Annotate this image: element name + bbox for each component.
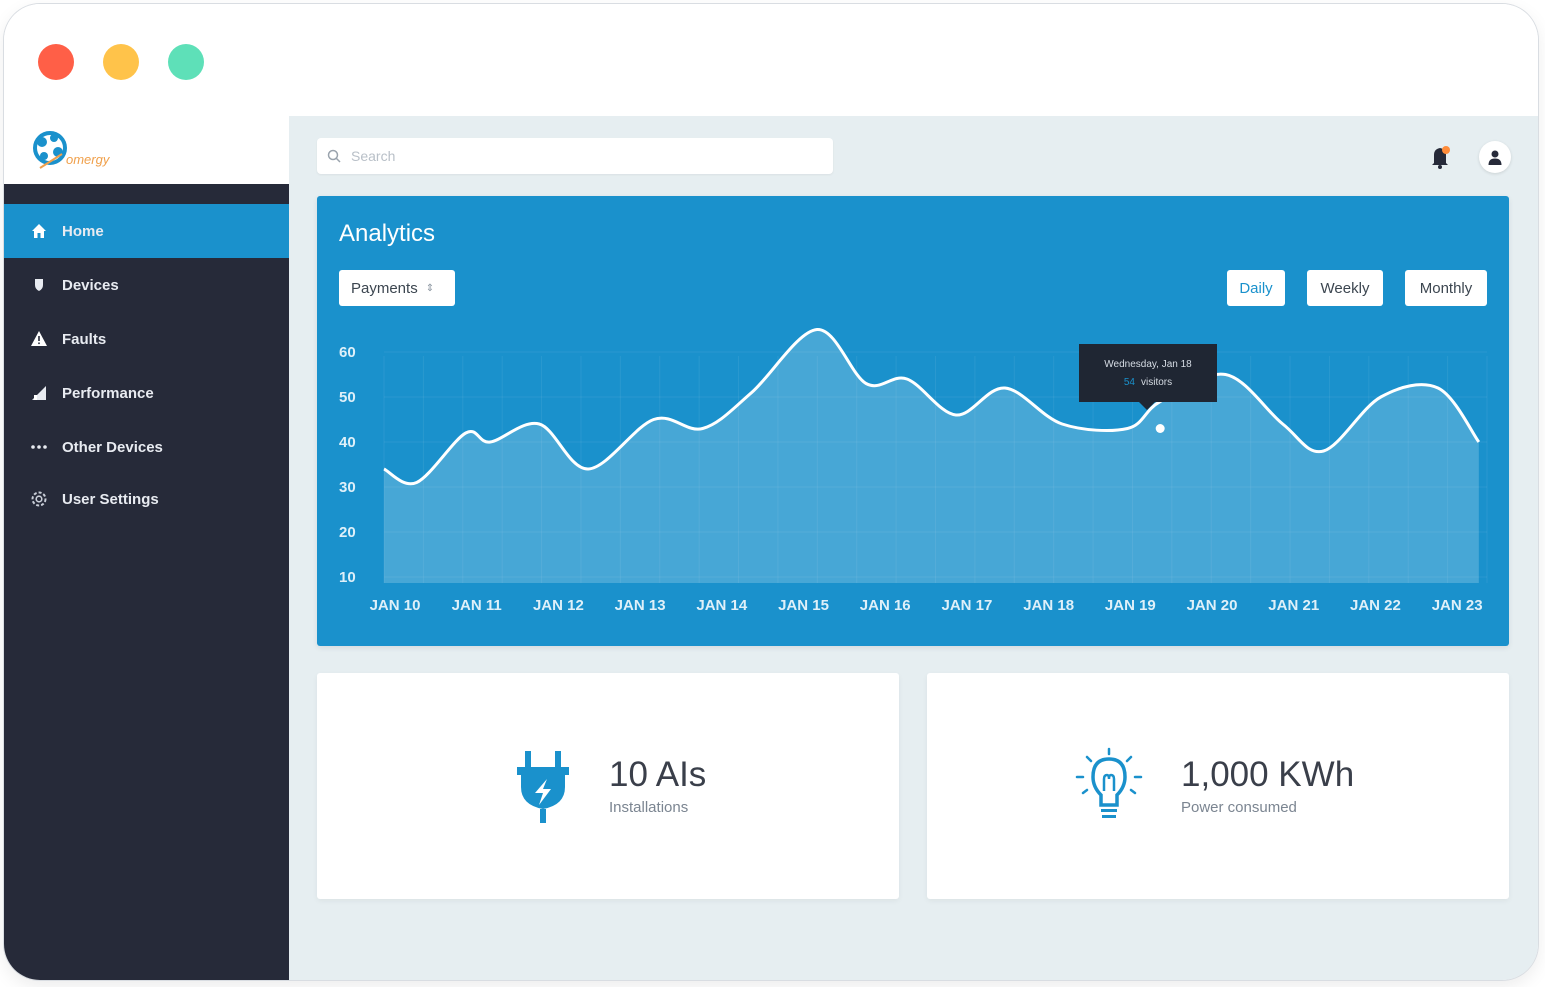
app-window: omergy Home Devices Faults Performance O… — [4, 4, 1538, 980]
sidebar: omergy Home Devices Faults Performance O… — [4, 116, 289, 980]
x-tick-label: JAN 14 — [696, 597, 748, 614]
dots-icon — [30, 438, 48, 456]
stat-card-power: 1,000 KWh Power consumed — [927, 673, 1509, 899]
analytics-chart: 605040302010 JAN 10 JAN 11 JAN 12 JAN 13 JAN… — [339, 327, 1488, 614]
chart-area — [383, 327, 1481, 583]
plug-icon — [517, 751, 569, 823]
tooltip-unit: visitors — [1141, 377, 1173, 388]
area-fill — [384, 329, 1479, 583]
sidebar-item-label: User Settings — [62, 490, 159, 508]
x-tick-label: JAN 23 — [1432, 597, 1483, 614]
user-avatar-icon — [1488, 150, 1502, 165]
chart-highlight — [1155, 424, 1165, 433]
sidebar-item-label: Other Devices — [62, 438, 163, 456]
user-avatar-button[interactable] — [1479, 141, 1511, 173]
x-tick-label: JAN 10 — [370, 597, 421, 614]
home-icon — [30, 222, 48, 240]
sidebar-item-label: Performance — [62, 384, 154, 402]
y-tick-label: 20 — [339, 524, 356, 541]
sidebar-item-label: Faults — [62, 330, 107, 348]
tooltip-date: Wednesday, Jan 18 — [1104, 359, 1192, 370]
tooltip-value: 54 — [1123, 377, 1135, 388]
close-window-button[interactable] — [38, 44, 74, 80]
x-tick-label: JAN 19 — [1105, 597, 1156, 614]
highlight-point — [1155, 424, 1165, 433]
minimize-window-button[interactable] — [103, 44, 139, 80]
range-daily-button[interactable]: Daily — [1227, 270, 1285, 306]
search-input[interactable] — [351, 148, 811, 164]
stat-label: Installations — [609, 799, 689, 816]
settings-icon — [30, 490, 48, 508]
warning-icon — [30, 330, 48, 348]
tooltip-value-row: 54 visitors — [1079, 374, 1217, 392]
brand-logo-text: omergy — [66, 152, 110, 167]
chart-x-ticks: JAN 10 JAN 11 JAN 12 JAN 13 JAN 14 JAN 15 JAN … — [370, 597, 1483, 614]
stat-value: 10 AIs — [609, 755, 707, 794]
x-tick-label: JAN 13 — [615, 597, 666, 614]
x-tick-label: JAN 17 — [941, 597, 992, 614]
sidebar-item-label: Devices — [62, 276, 119, 294]
search-bar[interactable] — [317, 138, 833, 174]
x-tick-label: JAN 15 — [778, 597, 829, 614]
maximize-window-button[interactable] — [168, 44, 204, 80]
sidebar-item-label: Home — [62, 222, 104, 240]
sidebar-item-faults[interactable]: Faults — [4, 312, 289, 366]
y-tick-label: 40 — [339, 434, 356, 451]
metric-select[interactable]: Payments ⇕ — [339, 270, 455, 306]
chart-icon — [30, 384, 48, 402]
range-monthly-button[interactable]: Monthly — [1405, 270, 1487, 306]
y-tick-label: 50 — [339, 389, 356, 406]
sidebar-nav: Home Devices Faults Performance Other De… — [4, 204, 289, 524]
x-tick-label: JAN 21 — [1268, 597, 1319, 614]
y-tick-label: 10 — [339, 569, 356, 586]
y-tick-label: 30 — [339, 479, 356, 496]
x-tick-label: JAN 20 — [1187, 597, 1238, 614]
brand-logo-area[interactable]: omergy — [4, 116, 289, 194]
analytics-panel: 60 50 40 30 20 10 JAN 10 JAN 11 JAN 12 JAN 13 JAN… — [317, 196, 1509, 646]
sidebar-item-performance[interactable]: Performance — [4, 366, 289, 420]
device-icon — [30, 276, 48, 294]
stat-label: Power consumed — [1181, 799, 1297, 816]
x-tick-label: JAN 18 — [1023, 597, 1074, 614]
window-titlebar — [4, 4, 1538, 116]
metric-select-value: Payments — [351, 279, 418, 297]
range-weekly-button[interactable]: Weekly — [1307, 270, 1383, 306]
select-arrows-icon: ⇕ — [425, 282, 435, 294]
x-tick-label: JAN 12 — [533, 597, 584, 614]
x-tick-label: JAN 22 — [1350, 597, 1401, 614]
stat-value: 1,000 KWh — [1181, 755, 1355, 794]
sidebar-item-user-settings[interactable]: User Settings — [4, 474, 289, 524]
notification-bell-icon[interactable] — [1429, 144, 1453, 170]
x-tick-label: JAN 11 — [452, 597, 502, 614]
analytics-title: Analytics — [339, 220, 436, 247]
stat-card-installations: 10 AIs Installations — [317, 673, 899, 899]
sidebar-item-devices[interactable]: Devices — [4, 258, 289, 312]
y-tick-label: 60 — [339, 344, 356, 361]
search-icon — [327, 149, 341, 163]
chart-y-ticks: 60 50 40 30 20 10 — [339, 344, 356, 586]
chart-tooltip: Wednesday, Jan 18 54 visitors — [1079, 344, 1217, 410]
x-tick-label: JAN 16 — [860, 597, 911, 614]
sidebar-item-home[interactable]: Home — [4, 204, 289, 258]
main-content: 605040302010 JAN 10JAN 11JAN 12JAN 13JAN… — [289, 116, 1538, 980]
sidebar-item-other-devices[interactable]: Other Devices — [4, 420, 289, 474]
lightbulb-icon — [1075, 747, 1143, 818]
